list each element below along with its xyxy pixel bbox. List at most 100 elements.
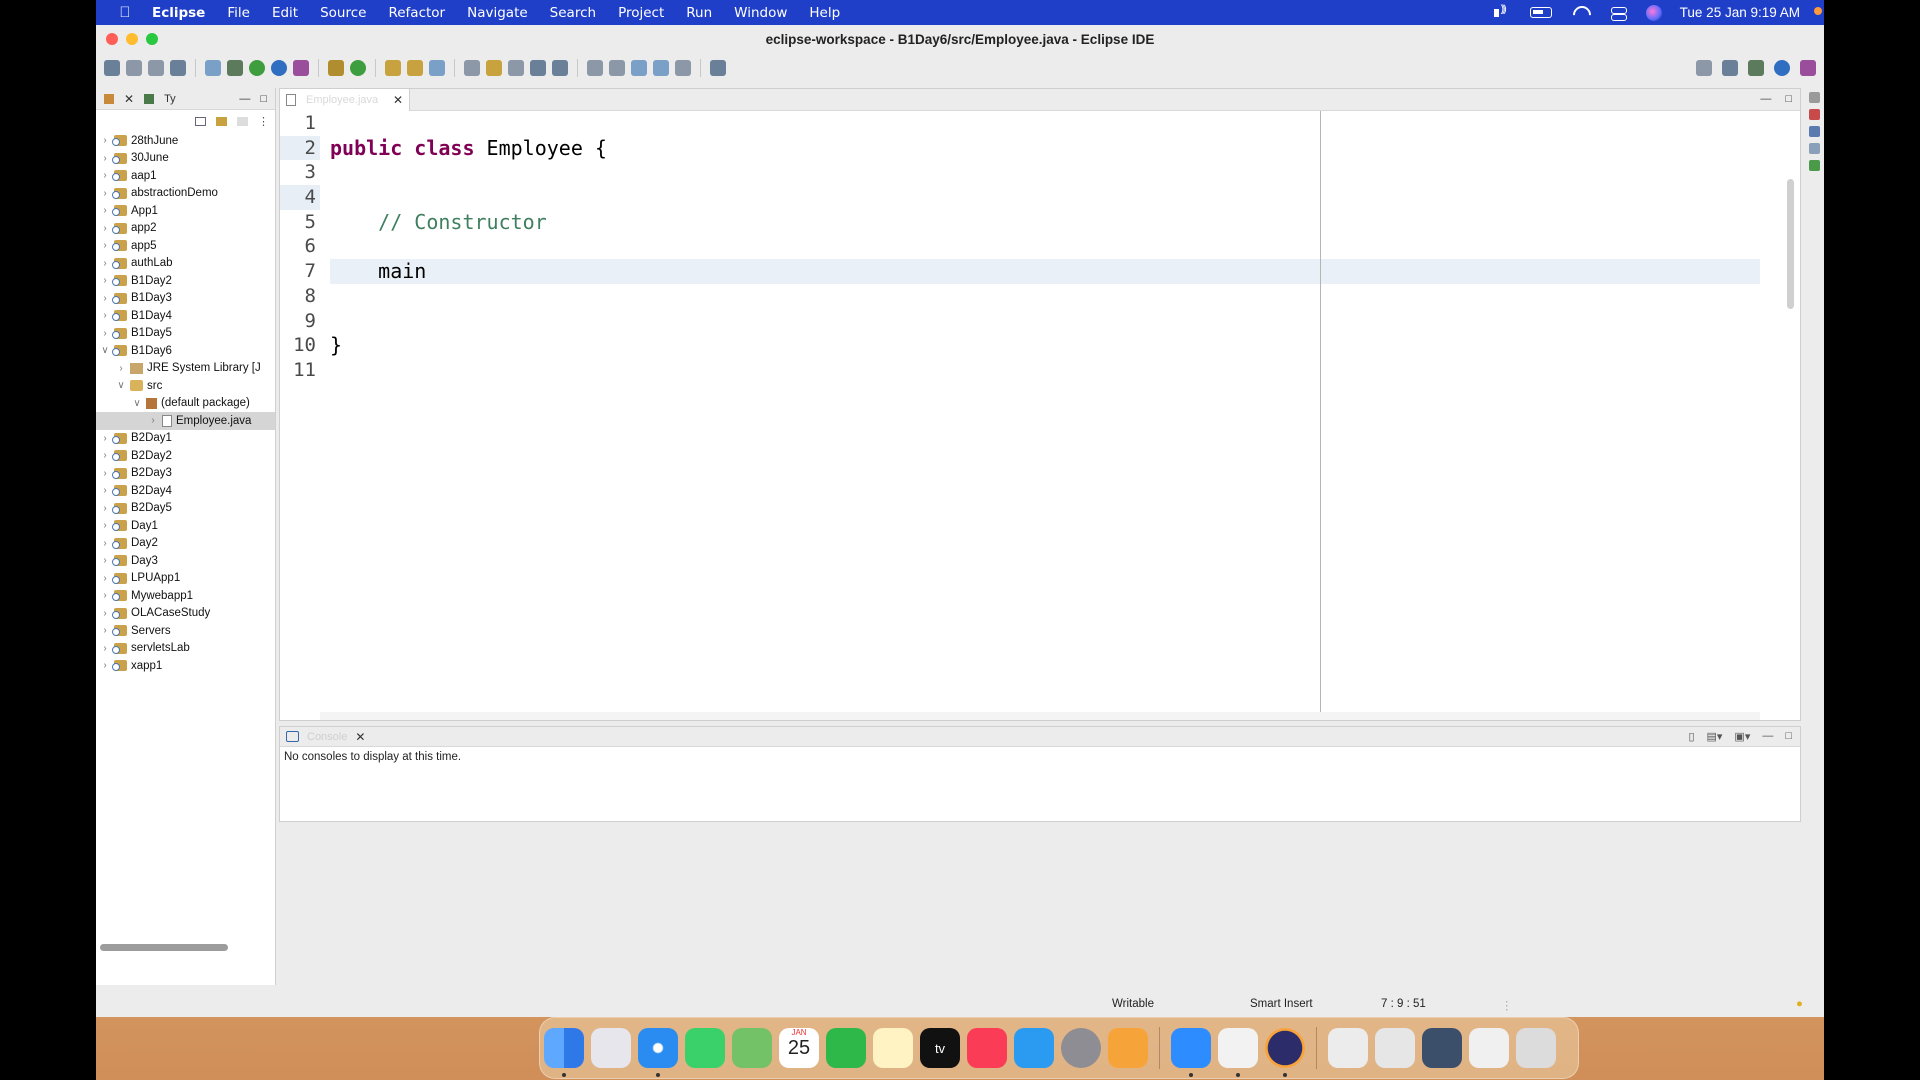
zoom-icon[interactable] [1171, 1028, 1211, 1077]
code-line[interactable] [330, 111, 1760, 136]
console-tab-label[interactable]: Console [307, 731, 347, 743]
code-line[interactable] [330, 309, 1760, 334]
save-icon[interactable] [126, 60, 142, 76]
tree-item[interactable]: › B1Day3 [96, 290, 275, 308]
music-icon[interactable] [967, 1028, 1007, 1068]
tree-item[interactable]: › xapp1 [96, 657, 275, 675]
last-edit-icon[interactable] [631, 60, 647, 76]
chevron-right-icon[interactable]: › [100, 520, 110, 531]
tree-item[interactable]: › Servers [96, 622, 275, 640]
menu-clock[interactable]: Tue 25 Jan 9:19 AM [1680, 5, 1800, 20]
downloads-stack-icon[interactable] [1469, 1028, 1509, 1068]
debug-icon[interactable] [227, 60, 243, 76]
code-line[interactable]: // Constructor [330, 210, 1760, 235]
tree-item[interactable]: › Day3 [96, 552, 275, 570]
chevron-right-icon[interactable]: › [100, 240, 110, 251]
finder-icon[interactable] [544, 1028, 584, 1077]
chevron-right-icon[interactable]: › [100, 433, 110, 444]
lightbulb-icon[interactable]: ● [1796, 998, 1803, 1010]
tree-item[interactable]: › abstractionDemo [96, 185, 275, 203]
tree-item[interactable]: › B1Day2 [96, 272, 275, 290]
chevron-right-icon[interactable]: › [100, 608, 110, 619]
chevron-down-icon[interactable]: ∨ [116, 380, 126, 391]
minimize-icon[interactable]: — [239, 93, 250, 105]
safari-icon[interactable] [638, 1028, 678, 1077]
type-hierarchy-icon[interactable] [144, 93, 155, 104]
tree-item[interactable]: › LPUApp1 [96, 570, 275, 588]
tree-item[interactable]: › B2Day3 [96, 465, 275, 483]
menu-edit[interactable]: Edit [272, 5, 298, 21]
mark-occurrences-icon[interactable] [486, 60, 502, 76]
next-annotation-icon[interactable] [587, 60, 603, 76]
debug-perspective-icon[interactable] [1800, 60, 1816, 76]
chevron-right-icon[interactable]: › [100, 328, 110, 339]
notes-icon[interactable] [873, 1028, 913, 1068]
show-whitespace-icon[interactable] [552, 60, 568, 76]
word-wrap-icon[interactable] [530, 60, 546, 76]
chevron-right-icon[interactable]: › [100, 275, 110, 286]
skip-breakpoints-icon[interactable] [205, 60, 221, 76]
chevron-right-icon[interactable]: › [100, 538, 110, 549]
calendar-icon[interactable]: JAN 25 [779, 1028, 819, 1068]
menu-run[interactable]: Run [686, 5, 712, 21]
chevron-right-icon[interactable]: › [100, 135, 110, 146]
chevron-right-icon[interactable]: › [148, 415, 158, 426]
new-java-project-icon[interactable] [328, 60, 344, 76]
tree-item[interactable]: › B2Day1 [96, 430, 275, 448]
editor-horizontal-scrollbar[interactable] [320, 712, 1760, 720]
menu-window[interactable]: Window [734, 5, 787, 21]
run-icon[interactable] [249, 60, 265, 76]
minimize-window-button[interactable] [126, 33, 138, 45]
restore-icon[interactable] [1808, 92, 1820, 103]
maximize-icon[interactable]: □ [1785, 93, 1792, 105]
launchpad-icon[interactable] [591, 1028, 631, 1068]
code-lines[interactable]: public class Employee { // Constructor m… [330, 111, 1760, 383]
battery-icon[interactable] [1529, 7, 1552, 18]
menu-search[interactable]: Search [550, 5, 596, 21]
open-perspective-icon[interactable] [1722, 60, 1738, 76]
java-ee-perspective-icon[interactable] [1748, 60, 1764, 76]
explorer-horizontal-scrollbar[interactable] [100, 944, 228, 951]
code-line[interactable] [330, 358, 1760, 383]
code-line[interactable]: } [330, 333, 1760, 358]
block-selection-icon[interactable] [508, 60, 524, 76]
search-tool-icon[interactable] [429, 60, 445, 76]
control-center-icon[interactable] [1608, 6, 1628, 21]
tree-item[interactable]: › B2Day2 [96, 447, 275, 465]
maps-icon[interactable] [732, 1028, 772, 1068]
screenshot-stack-icon[interactable] [1375, 1028, 1415, 1068]
chevron-right-icon[interactable]: › [100, 170, 110, 181]
code-line[interactable] [330, 185, 1760, 210]
chevron-down-icon[interactable]: ∨ [100, 345, 110, 356]
open-type-icon[interactable] [385, 60, 401, 76]
code-line[interactable] [330, 234, 1760, 259]
chevron-right-icon[interactable]: › [100, 503, 110, 514]
tree-item[interactable]: › Mywebapp1 [96, 587, 275, 605]
new-icon[interactable] [104, 60, 120, 76]
tree-item[interactable]: ∨ B1Day6 [96, 342, 275, 360]
chevron-right-icon[interactable]: › [100, 258, 110, 269]
forward-icon[interactable] [675, 60, 691, 76]
task-list-icon[interactable] [1808, 109, 1820, 120]
menu-refactor[interactable]: Refactor [388, 5, 445, 21]
chevron-down-icon[interactable]: ∨ [132, 398, 142, 409]
numbers-icon[interactable] [826, 1028, 866, 1068]
code-line[interactable] [330, 284, 1760, 309]
servers-icon[interactable] [1808, 160, 1820, 171]
previous-annotation-icon[interactable] [609, 60, 625, 76]
outline-icon[interactable] [1808, 126, 1820, 137]
tree-item[interactable]: › Day2 [96, 535, 275, 553]
chevron-right-icon[interactable]: › [100, 660, 110, 671]
tree-item[interactable]: › JRE System Library [J [96, 360, 275, 378]
tree-item[interactable]: › 30June [96, 150, 275, 168]
view-menu-icon[interactable]: ⋮ [258, 115, 269, 128]
menu-file[interactable]: File [227, 5, 250, 21]
back-icon[interactable] [653, 60, 669, 76]
terminal-icon[interactable] [170, 60, 186, 76]
minimize-icon[interactable]: — [1762, 730, 1773, 743]
problems-icon[interactable] [1808, 143, 1820, 154]
zoom-window-button[interactable] [146, 33, 158, 45]
editor-vertical-scrollbar[interactable] [1787, 179, 1794, 309]
new-class-icon[interactable] [350, 60, 366, 76]
tree-item[interactable]: › OLACaseStudy [96, 605, 275, 623]
